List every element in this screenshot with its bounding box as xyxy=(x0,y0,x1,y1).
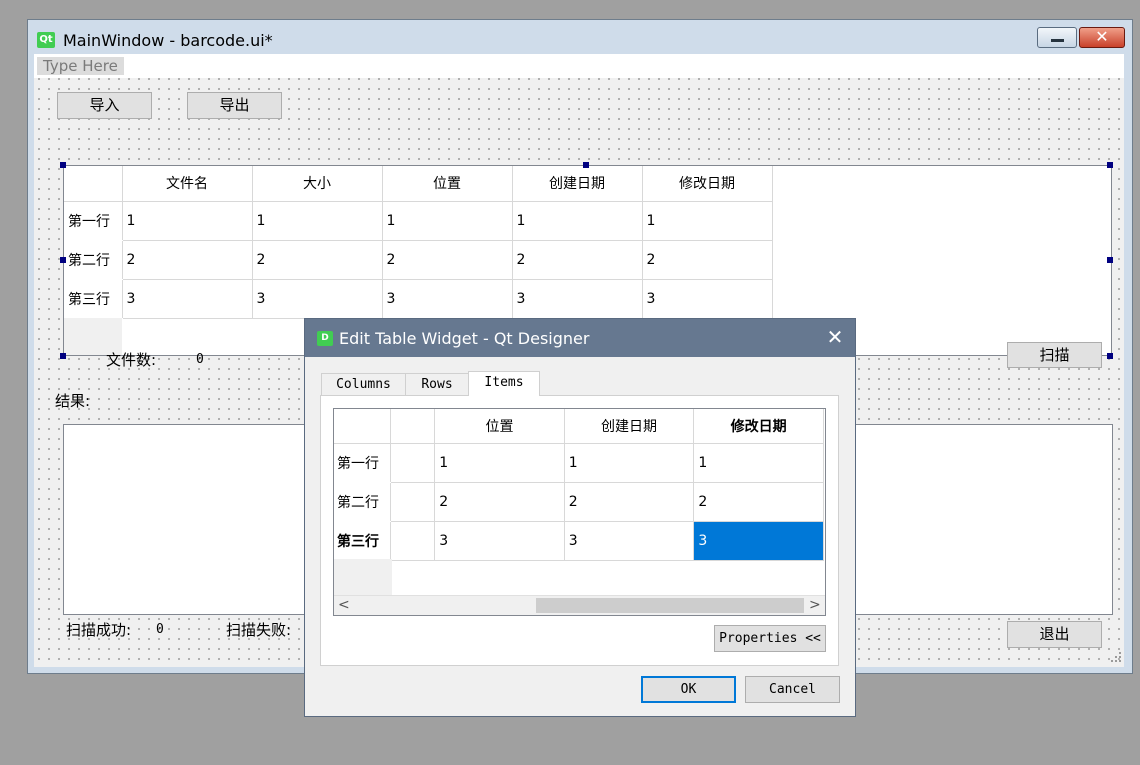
resize-handle[interactable] xyxy=(60,257,66,263)
scan-fail-label: 扫描失败: xyxy=(226,621,292,639)
column-header[interactable]: 位置 xyxy=(382,166,513,202)
exit-button[interactable]: 退出 xyxy=(1007,621,1102,648)
close-icon: ✕ xyxy=(1095,27,1109,46)
table-cell[interactable]: 2 xyxy=(252,240,383,280)
resize-handle[interactable] xyxy=(1107,162,1113,168)
table-cell[interactable]: 1 xyxy=(693,443,824,483)
window-title: MainWindow - barcode.ui* xyxy=(63,31,273,50)
column-header[interactable]: 修改日期 xyxy=(693,409,824,444)
table-cell[interactable]: 3 xyxy=(564,521,695,561)
minimize-button[interactable] xyxy=(1037,27,1077,48)
table-row: 第二行 2 2 2 2 2 xyxy=(64,240,773,280)
row-header[interactable]: 第二行 xyxy=(334,482,392,522)
menu-type-here[interactable]: Type Here xyxy=(37,57,124,75)
row-header[interactable]: 第三行 xyxy=(64,279,123,319)
size-grip-icon[interactable] xyxy=(1110,651,1122,663)
menu-bar: Type Here xyxy=(34,54,1124,78)
close-button[interactable]: ✕ xyxy=(1079,27,1125,48)
tab-items[interactable]: Items xyxy=(468,371,540,396)
row-header-empty xyxy=(334,559,392,597)
dialog-titlebar[interactable]: D Edit Table Widget - Qt Designer ✕ xyxy=(305,319,855,357)
close-icon: ✕ xyxy=(826,325,844,349)
table-cell[interactable]: 1 xyxy=(642,201,773,241)
table-cell[interactable]: 2 xyxy=(642,240,773,280)
table-cell[interactable]: 1 xyxy=(564,443,695,483)
tab-rows[interactable]: Rows xyxy=(405,373,469,396)
import-button[interactable]: 导入 xyxy=(57,92,152,119)
table-cell[interactable]: 2 xyxy=(512,240,643,280)
table-corner[interactable] xyxy=(64,166,123,202)
column-header[interactable]: 创建日期 xyxy=(512,166,643,202)
dialog-close-button[interactable]: ✕ xyxy=(825,327,845,347)
minimize-icon xyxy=(1051,39,1064,42)
table-cell-selected[interactable]: 3 xyxy=(693,521,824,561)
column-header[interactable]: 位置 xyxy=(434,409,565,444)
table-cell[interactable]: 1 xyxy=(122,201,253,241)
table-cell[interactable]: 3 xyxy=(434,521,565,561)
table-cell[interactable] xyxy=(390,521,436,561)
resize-handle[interactable] xyxy=(60,353,66,359)
table-cell[interactable]: 3 xyxy=(642,279,773,319)
column-header[interactable]: 修改日期 xyxy=(642,166,773,202)
table-row: 第三行 3 3 3 xyxy=(334,521,824,561)
resize-handle[interactable] xyxy=(1107,257,1113,263)
table-cell[interactable]: 3 xyxy=(252,279,383,319)
table-cell[interactable]: 1 xyxy=(252,201,383,241)
main-titlebar[interactable]: Qt MainWindow - barcode.ui* ✕ xyxy=(28,20,1132,54)
scan-success-value: 0 xyxy=(156,622,164,637)
qt-logo-icon: Qt xyxy=(37,32,55,48)
column-header[interactable]: 文件名 xyxy=(122,166,253,202)
table-cell[interactable]: 2 xyxy=(382,240,513,280)
scroll-right-icon[interactable]: > xyxy=(809,596,823,615)
table-row: 第一行 1 1 1 1 1 xyxy=(64,201,773,241)
table-row: 第二行 2 2 2 xyxy=(334,482,824,522)
scan-button[interactable]: 扫描 xyxy=(1007,342,1102,368)
table-corner[interactable] xyxy=(334,409,392,444)
column-header[interactable]: 创建日期 xyxy=(564,409,695,444)
scroll-left-icon[interactable]: < xyxy=(338,596,352,615)
table-cell[interactable]: 1 xyxy=(512,201,643,241)
table-row: 第三行 3 3 3 3 3 xyxy=(64,279,773,319)
qt-designer-icon: D xyxy=(317,331,333,346)
table-cell[interactable]: 3 xyxy=(122,279,253,319)
dialog-title: Edit Table Widget - Qt Designer xyxy=(339,329,590,348)
properties-button[interactable]: Properties << xyxy=(714,625,826,652)
table-cell[interactable]: 2 xyxy=(122,240,253,280)
items-table[interactable]: 位置 创建日期 修改日期 第一行 1 1 1 第二行 2 2 2 第三行 3 3… xyxy=(333,408,826,616)
table-cell[interactable]: 2 xyxy=(564,482,695,522)
resize-handle[interactable] xyxy=(583,162,589,168)
table-row: 第一行 1 1 1 xyxy=(334,443,824,483)
result-label: 结果: xyxy=(55,392,91,410)
ok-button[interactable]: OK xyxy=(641,676,736,703)
export-button[interactable]: 导出 xyxy=(187,92,282,119)
file-table-grid: 文件名 大小 位置 创建日期 修改日期 第一行 1 1 1 1 1 第二行 2 xyxy=(64,166,773,319)
scan-success-label: 扫描成功: xyxy=(66,621,132,639)
table-cell[interactable]: 2 xyxy=(434,482,565,522)
edit-table-dialog: D Edit Table Widget - Qt Designer ✕ Colu… xyxy=(304,318,856,717)
row-header[interactable]: 第三行 xyxy=(334,521,392,561)
table-cell[interactable]: 3 xyxy=(512,279,643,319)
tab-columns[interactable]: Columns xyxy=(321,373,406,396)
row-header[interactable]: 第二行 xyxy=(64,240,123,280)
file-count-value: 0 xyxy=(196,352,204,367)
table-cell[interactable]: 3 xyxy=(382,279,513,319)
horizontal-scrollbar[interactable]: < > xyxy=(334,595,825,615)
scrollbar-thumb[interactable] xyxy=(536,598,804,613)
file-count-label: 文件数: xyxy=(106,351,157,369)
resize-handle[interactable] xyxy=(60,162,66,168)
column-header[interactable]: 大小 xyxy=(252,166,383,202)
row-header[interactable]: 第一行 xyxy=(334,443,392,483)
table-cell[interactable] xyxy=(390,482,436,522)
column-header[interactable] xyxy=(390,409,436,444)
row-header[interactable]: 第一行 xyxy=(64,201,123,241)
table-cell[interactable] xyxy=(390,443,436,483)
cancel-button[interactable]: Cancel xyxy=(745,676,840,703)
table-cell[interactable]: 2 xyxy=(693,482,824,522)
resize-handle[interactable] xyxy=(1107,353,1113,359)
table-cell[interactable]: 1 xyxy=(434,443,565,483)
table-cell[interactable]: 1 xyxy=(382,201,513,241)
items-table-grid: 位置 创建日期 修改日期 第一行 1 1 1 第二行 2 2 2 第三行 3 3… xyxy=(334,409,824,561)
